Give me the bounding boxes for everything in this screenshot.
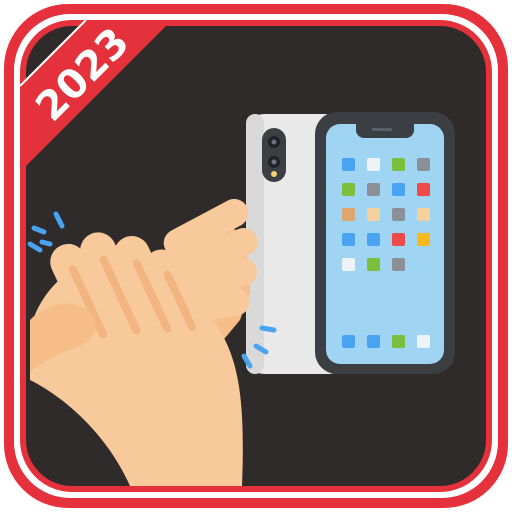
app-icon: 2023	[0, 0, 512, 512]
smartphone-icon	[315, 112, 455, 374]
app-icon-graphic: 2023	[4, 4, 508, 508]
flash	[271, 171, 277, 177]
